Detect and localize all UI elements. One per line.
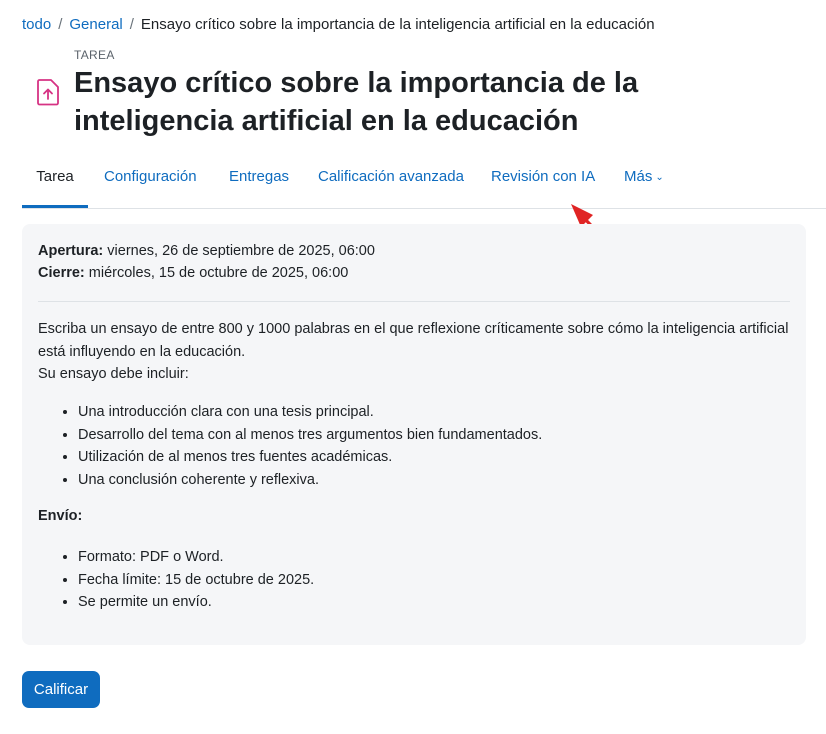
tab-label: Revisión con IA: [491, 168, 596, 185]
list-item: Desarrollo del tema con al menos tres ar…: [78, 424, 818, 447]
closing-label: Cierre:: [38, 265, 85, 281]
must-include-text: Su ensayo debe incluir:: [38, 366, 189, 382]
grade-button[interactable]: Calificar: [22, 671, 100, 708]
breadcrumb-separator: /: [58, 16, 63, 33]
file-upload-icon: [37, 79, 59, 106]
opening-value: viernes, 26 de septiembre de 2025, 06:00: [103, 243, 375, 259]
secondary-navigation: Tarea Configuración Entregas Calificació…: [22, 158, 826, 209]
breadcrumb-link-general[interactable]: General: [69, 16, 122, 33]
page-title: Ensayo crítico sobre la importancia de l…: [74, 67, 639, 137]
chevron-down-icon: ⌄: [655, 172, 664, 183]
description-intro: Escriba un ensayo de entre 800 y 1000 pa…: [38, 318, 790, 386]
submission-list: Formato: PDF o Word. Fecha límite: 15 de…: [38, 546, 818, 614]
activity-type-label: TAREA: [74, 48, 115, 62]
divider: [38, 301, 790, 302]
breadcrumb: todo / General / Ensayo crítico sobre la imp…: [22, 15, 655, 35]
activity-dates: Apertura: viernes, 26 de septiembre de 2…: [38, 240, 375, 284]
list-item: Una conclusión coherente y reflexiva.: [78, 469, 818, 492]
tab-label: Calificación avanzada: [318, 168, 464, 185]
tab-calificacion-avanzada[interactable]: Calificación avanzada: [318, 158, 464, 206]
closing-date: Cierre: miércoles, 15 de octubre de 2025…: [38, 262, 375, 284]
list-item: Fecha límite: 15 de octubre de 2025.: [78, 569, 818, 592]
breadcrumb-separator: /: [129, 16, 134, 33]
breadcrumb-link-todo[interactable]: todo: [22, 16, 51, 33]
activity-description-card: Apertura: viernes, 26 de septiembre de 2…: [22, 224, 806, 645]
closing-value: miércoles, 15 de octubre de 2025, 06:00: [84, 265, 349, 281]
list-item: Se permite un envío.: [78, 591, 818, 614]
requirements-list: Una introducción clara con una tesis pri…: [38, 401, 818, 491]
tab-configuracion[interactable]: Configuración: [104, 158, 197, 206]
tab-entregas[interactable]: Entregas: [229, 158, 289, 206]
opening-label: Apertura:: [38, 243, 104, 259]
tab-label: Configuración: [104, 168, 197, 185]
tab-label: Tarea: [36, 168, 74, 185]
list-item: Formato: PDF o Word.: [78, 546, 818, 569]
list-item: Utilización de al menos tres fuentes aca…: [78, 446, 818, 469]
opening-date: Apertura: viernes, 26 de septiembre de 2…: [38, 240, 375, 262]
tab-label: Entregas: [229, 168, 290, 185]
tab-label: Más: [624, 168, 653, 185]
tab-tarea[interactable]: Tarea: [22, 158, 88, 208]
breadcrumb-current: Ensayo crítico sobre la importancia de l…: [140, 16, 655, 33]
description-paragraph: Escriba un ensayo de entre 800 y 1000 pa…: [38, 321, 789, 360]
submission-heading: Envío:: [38, 508, 83, 524]
list-item: Una introducción clara con una tesis pri…: [78, 401, 818, 424]
